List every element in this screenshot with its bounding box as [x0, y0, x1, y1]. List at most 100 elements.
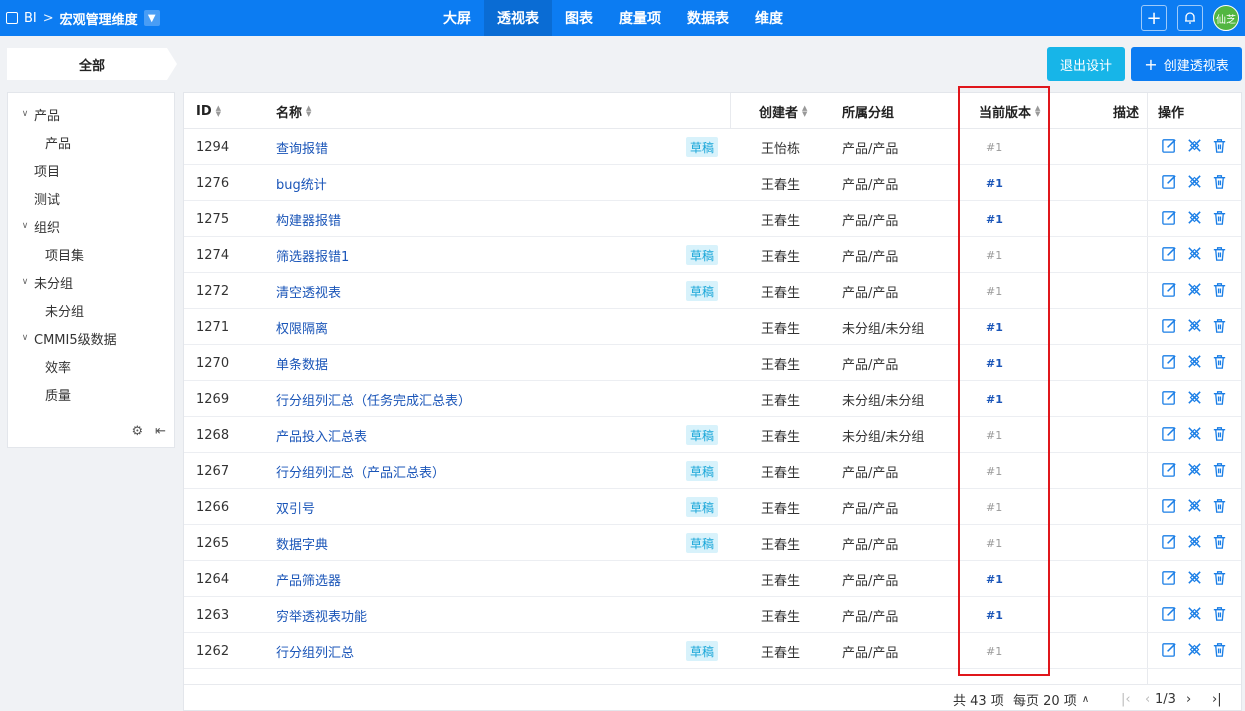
edit-icon[interactable]	[1161, 137, 1178, 158]
per-page-select[interactable]: 每页 20 项 ∧	[1013, 685, 1089, 710]
avatar[interactable]: 仙芝	[1213, 5, 1239, 31]
header-version[interactable]: 当前版本 ▲ ▼	[979, 93, 1040, 129]
cell-name-link[interactable]: 行分组列汇总（任务完成汇总表）	[276, 381, 471, 417]
design-icon[interactable]	[1186, 281, 1203, 302]
tree-item[interactable]: 产品	[45, 128, 71, 156]
cell-name-link[interactable]: 权限隔离	[276, 309, 328, 345]
sort-icon[interactable]: ▲ ▼	[216, 105, 221, 118]
cell-version[interactable]: #1	[986, 597, 1003, 633]
next-page-icon[interactable]: ›	[1186, 685, 1191, 710]
trash-icon[interactable]	[1211, 281, 1228, 302]
trash-icon[interactable]	[1211, 461, 1228, 482]
cell-version[interactable]: #1	[986, 489, 1002, 525]
cell-version[interactable]: #1	[986, 381, 1003, 417]
sort-icon[interactable]: ▲ ▼	[1035, 105, 1040, 118]
cell-name-link[interactable]: 双引号	[276, 489, 315, 525]
cell-version[interactable]: #1	[986, 273, 1002, 309]
edit-icon[interactable]	[1161, 497, 1178, 518]
design-icon[interactable]	[1186, 461, 1203, 482]
chevron-down-icon[interactable]: ∨	[18, 109, 32, 119]
chevron-down-icon[interactable]: ▼	[143, 10, 160, 26]
cell-version[interactable]: #1	[986, 525, 1002, 561]
trash-icon[interactable]	[1211, 497, 1228, 518]
edit-icon[interactable]	[1161, 173, 1178, 194]
edit-icon[interactable]	[1161, 389, 1178, 410]
header-name[interactable]: 名称 ▲ ▼	[276, 93, 311, 129]
breadcrumb-app[interactable]: BI	[24, 11, 37, 26]
group-tab-all[interactable]: 全部	[7, 48, 177, 80]
tree-item[interactable]: ∨ 未分组	[18, 268, 73, 296]
cell-name-link[interactable]: 行分组列汇总（产品汇总表）	[276, 453, 445, 489]
plus-icon[interactable]: +	[1141, 5, 1167, 31]
cell-name-link[interactable]: 构建器报错	[276, 201, 341, 237]
design-icon[interactable]	[1186, 641, 1203, 662]
edit-icon[interactable]	[1161, 641, 1178, 662]
collapse-sidebar-icon[interactable]: ⇤	[155, 424, 166, 439]
design-icon[interactable]	[1186, 173, 1203, 194]
trash-icon[interactable]	[1211, 425, 1228, 446]
cell-name-link[interactable]: 穷举透视表功能	[276, 597, 367, 633]
design-icon[interactable]	[1186, 533, 1203, 554]
trash-icon[interactable]	[1211, 245, 1228, 266]
edit-icon[interactable]	[1161, 425, 1178, 446]
cell-name-link[interactable]: 清空透视表	[276, 273, 341, 309]
cell-name-link[interactable]: 单条数据	[276, 345, 328, 381]
cell-name-link[interactable]: 产品投入汇总表	[276, 417, 367, 453]
nav-item-1[interactable]: 透视表	[484, 0, 552, 36]
edit-icon[interactable]	[1161, 533, 1178, 554]
cell-version[interactable]: #1	[986, 633, 1002, 669]
nav-item-0[interactable]: 大屏	[430, 0, 484, 36]
sort-icon[interactable]: ▲ ▼	[306, 105, 311, 118]
cell-version[interactable]: #1	[986, 165, 1003, 201]
design-icon[interactable]	[1186, 209, 1203, 230]
trash-icon[interactable]	[1211, 389, 1228, 410]
cell-name-link[interactable]: 查询报错	[276, 129, 328, 165]
cell-version[interactable]: #1	[986, 345, 1003, 381]
cell-version[interactable]: #1	[986, 129, 1002, 165]
trash-icon[interactable]	[1211, 137, 1228, 158]
first-page-icon[interactable]: |‹	[1121, 685, 1131, 710]
trash-icon[interactable]	[1211, 209, 1228, 230]
nav-item-3[interactable]: 度量项	[606, 0, 674, 36]
create-pivot-button[interactable]: + 创建透视表	[1131, 47, 1242, 81]
edit-icon[interactable]	[1161, 281, 1178, 302]
tree-item[interactable]: 质量	[45, 380, 71, 408]
design-icon[interactable]	[1186, 353, 1203, 374]
nav-item-4[interactable]: 数据表	[674, 0, 742, 36]
trash-icon[interactable]	[1211, 641, 1228, 662]
cell-version[interactable]: #1	[986, 201, 1003, 237]
tree-item[interactable]: 项目集	[45, 240, 84, 268]
gear-icon[interactable]: ⚙	[131, 424, 143, 439]
bell-icon[interactable]	[1177, 5, 1203, 31]
chevron-down-icon[interactable]: ∨	[18, 333, 32, 343]
chevron-down-icon[interactable]: ∨	[18, 221, 32, 231]
design-icon[interactable]	[1186, 389, 1203, 410]
header-id[interactable]: ID ▲ ▼	[196, 93, 221, 129]
sort-icon[interactable]: ▲ ▼	[802, 105, 807, 118]
nav-item-5[interactable]: 维度	[742, 0, 796, 36]
cell-version[interactable]: #1	[986, 417, 1002, 453]
tree-item[interactable]: 项目	[18, 156, 60, 184]
cell-name-link[interactable]: 行分组列汇总	[276, 633, 354, 669]
prev-page-icon[interactable]: ‹	[1145, 685, 1150, 710]
exit-design-button[interactable]: 退出设计	[1047, 47, 1125, 81]
cell-version[interactable]: #1	[986, 561, 1003, 597]
header-creator[interactable]: 创建者 ▲ ▼	[759, 93, 807, 129]
chevron-down-icon[interactable]: ∨	[18, 277, 32, 287]
last-page-icon[interactable]: ›|	[1212, 685, 1222, 710]
trash-icon[interactable]	[1211, 353, 1228, 374]
cell-version[interactable]: #1	[986, 237, 1002, 273]
edit-icon[interactable]	[1161, 209, 1178, 230]
nav-item-2[interactable]: 图表	[552, 0, 606, 36]
tree-item[interactable]: 测试	[18, 184, 60, 212]
design-icon[interactable]	[1186, 245, 1203, 266]
trash-icon[interactable]	[1211, 605, 1228, 626]
edit-icon[interactable]	[1161, 353, 1178, 374]
design-icon[interactable]	[1186, 317, 1203, 338]
design-icon[interactable]	[1186, 137, 1203, 158]
trash-icon[interactable]	[1211, 173, 1228, 194]
edit-icon[interactable]	[1161, 461, 1178, 482]
trash-icon[interactable]	[1211, 533, 1228, 554]
edit-icon[interactable]	[1161, 245, 1178, 266]
trash-icon[interactable]	[1211, 569, 1228, 590]
